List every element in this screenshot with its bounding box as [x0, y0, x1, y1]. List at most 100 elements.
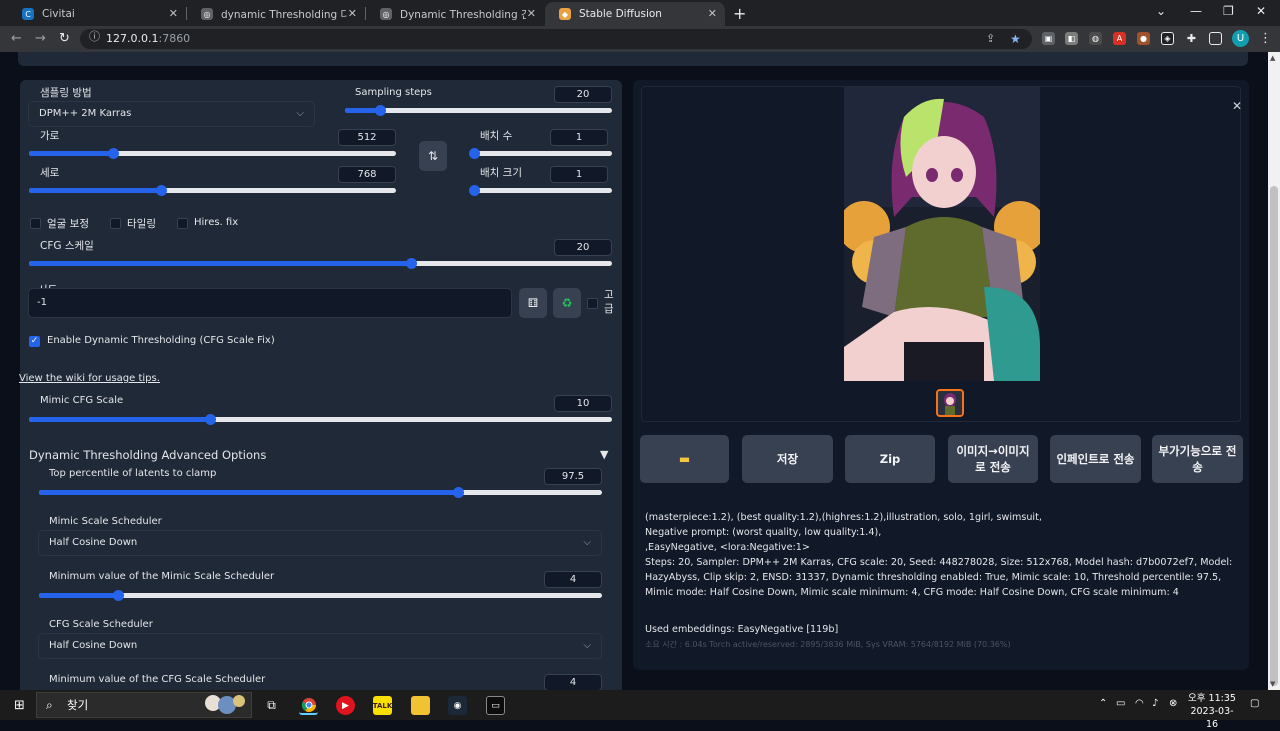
tab-search-icon[interactable]: ⌄: [1156, 4, 1166, 18]
sampling-method-select[interactable]: DPM++ 2M Karras ⌵: [28, 101, 315, 127]
extension-icon[interactable]: ◧: [1065, 32, 1078, 45]
info-parameters: Steps: 20, Sampler: DPM++ 2M Karras, CFG…: [645, 557, 1233, 598]
slider-thumb[interactable]: [204, 414, 216, 425]
close-window-icon[interactable]: ✕: [1256, 4, 1266, 18]
tab-dynamic-thresholding-2[interactable]: ◎ Dynamic Thresholding 간단 설명 ✕: [366, 2, 544, 26]
forward-icon[interactable]: →: [35, 31, 46, 46]
slider-thumb[interactable]: [112, 590, 124, 601]
notification-icon[interactable]: ▢: [1250, 698, 1259, 709]
top-percentile-input[interactable]: 97.5: [544, 468, 602, 485]
restore-icon[interactable]: ❐: [1223, 4, 1234, 18]
slider-thumb[interactable]: [374, 105, 386, 116]
side-panel-icon[interactable]: [1209, 32, 1222, 45]
page-scrollbar[interactable]: ▲ ▼: [1268, 52, 1280, 690]
slider-thumb[interactable]: [469, 185, 480, 196]
batch-count-input[interactable]: 1: [550, 129, 608, 146]
random-seed-button[interactable]: ⚅: [519, 288, 547, 318]
send-to-inpaint-button[interactable]: 인페인트로 전송: [1050, 435, 1141, 483]
close-tab-icon[interactable]: ✕: [169, 7, 178, 20]
width-input[interactable]: 512: [338, 129, 396, 146]
windows-start-icon[interactable]: ⊞: [10, 696, 29, 715]
file-explorer-icon[interactable]: [411, 696, 430, 715]
advanced-options-title[interactable]: Dynamic Thresholding Advanced Options: [29, 448, 266, 462]
reuse-seed-button[interactable]: ♻: [553, 288, 581, 318]
cfg-scale-input[interactable]: 20: [554, 239, 612, 256]
width-slider[interactable]: [29, 148, 396, 159]
extra-seed-checkbox[interactable]: [587, 298, 598, 309]
wiki-link[interactable]: View the wiki for usage tips.: [19, 373, 160, 384]
extension-icon[interactable]: ◍: [1089, 32, 1102, 45]
scrollbar-thumb[interactable]: [1270, 186, 1278, 686]
media-player-icon[interactable]: ▶: [336, 696, 355, 715]
batch-count-slider[interactable]: [469, 148, 612, 159]
cfg-scale-slider[interactable]: [29, 258, 612, 269]
zip-button[interactable]: Zip: [845, 435, 935, 483]
open-folder-button[interactable]: ▬: [640, 435, 729, 483]
kakaotalk-icon[interactable]: TALK: [373, 696, 392, 715]
height-slider[interactable]: [29, 185, 396, 196]
extension-icon[interactable]: ◈: [1161, 32, 1174, 45]
send-to-img2img-button[interactable]: 이미지→이미지로 전송: [948, 435, 1038, 483]
cfg-min-input[interactable]: 4: [544, 674, 602, 690]
language-icon[interactable]: ⊗: [1169, 698, 1177, 709]
profile-avatar[interactable]: U: [1232, 30, 1249, 47]
chrome-taskbar-icon[interactable]: [299, 696, 318, 715]
collapse-triangle-icon[interactable]: ▼: [600, 448, 608, 461]
cfg-scheduler-select[interactable]: Half Cosine Down ⌵: [38, 633, 602, 659]
share-icon[interactable]: ⇪: [986, 29, 995, 49]
mimic-scheduler-select[interactable]: Half Cosine Down ⌵: [38, 530, 602, 556]
tiling-checkbox[interactable]: [110, 218, 121, 229]
generated-image[interactable]: [844, 87, 1040, 381]
url-input[interactable]: ⓘ 127.0.0.1:7860 ⇪ ★: [80, 29, 1032, 49]
back-icon[interactable]: ←: [11, 31, 22, 46]
height-input[interactable]: 768: [338, 166, 396, 183]
tray-expand-icon[interactable]: ⌃: [1099, 698, 1107, 709]
enable-dynthres-checkbox[interactable]: ✓: [29, 336, 40, 347]
top-percentile-slider[interactable]: [39, 487, 602, 498]
slider-thumb[interactable]: [469, 148, 480, 159]
mimic-min-slider[interactable]: [39, 590, 602, 601]
send-to-extras-button[interactable]: 부가기능으로 전송: [1152, 435, 1243, 483]
extension-icon[interactable]: ●: [1137, 32, 1150, 45]
tab-dynamic-thresholding-1[interactable]: ◎ dynamic Thresholding 다이나믹 ✕: [187, 2, 365, 26]
sampling-steps-slider[interactable]: [345, 105, 612, 116]
steam-icon[interactable]: ◉: [448, 696, 467, 715]
batch-size-input[interactable]: 1: [550, 166, 608, 183]
taskbar-search-box[interactable]: ⌕ 찾기: [36, 692, 252, 718]
close-tab-icon[interactable]: ✕: [708, 7, 717, 20]
new-tab-icon[interactable]: +: [733, 4, 746, 23]
site-info-icon[interactable]: ⓘ: [89, 29, 685, 44]
taskbar-clock[interactable]: 오후 11:35 2023-03-16: [1186, 692, 1238, 731]
slider-thumb[interactable]: [405, 258, 417, 269]
terminal-icon[interactable]: ▭: [486, 696, 505, 715]
mimic-cfg-input[interactable]: 10: [554, 395, 612, 412]
extensions-puzzle-icon[interactable]: ✚: [1185, 32, 1198, 45]
bookmark-star-icon[interactable]: ★: [1010, 29, 1021, 49]
battery-icon[interactable]: ▭: [1116, 698, 1125, 709]
volume-icon[interactable]: ♪: [1152, 698, 1158, 709]
hires-fix-checkbox[interactable]: [177, 218, 188, 229]
scroll-down-icon[interactable]: ▼: [1270, 680, 1275, 688]
adblock-icon[interactable]: A: [1113, 32, 1126, 45]
restore-faces-checkbox[interactable]: [30, 218, 41, 229]
close-image-icon[interactable]: ✕: [1232, 99, 1242, 113]
batch-size-slider[interactable]: [469, 185, 612, 196]
wifi-icon[interactable]: ◠: [1135, 698, 1144, 709]
save-button[interactable]: 저장: [742, 435, 833, 483]
mimic-min-input[interactable]: 4: [544, 571, 602, 588]
tab-civitai[interactable]: C Civitai ✕: [8, 2, 186, 26]
swap-dimensions-button[interactable]: ⇅: [419, 141, 447, 171]
extension-icon[interactable]: ▣: [1042, 32, 1055, 45]
mimic-cfg-slider[interactable]: [29, 414, 612, 425]
reload-icon[interactable]: ↻: [59, 31, 70, 46]
close-tab-icon[interactable]: ✕: [527, 7, 536, 20]
task-view-icon[interactable]: ⧉: [262, 696, 281, 715]
close-tab-icon[interactable]: ✕: [348, 7, 357, 20]
scroll-up-icon[interactable]: ▲: [1270, 54, 1275, 62]
gallery-thumbnail[interactable]: [936, 389, 964, 417]
tab-stable-diffusion[interactable]: ◆ Stable Diffusion ✕: [545, 2, 725, 26]
minimize-icon[interactable]: —: [1190, 4, 1202, 18]
seed-input[interactable]: -1: [28, 288, 512, 318]
sampling-steps-input[interactable]: 20: [554, 86, 612, 103]
browser-menu-icon[interactable]: ⋮: [1259, 31, 1272, 46]
